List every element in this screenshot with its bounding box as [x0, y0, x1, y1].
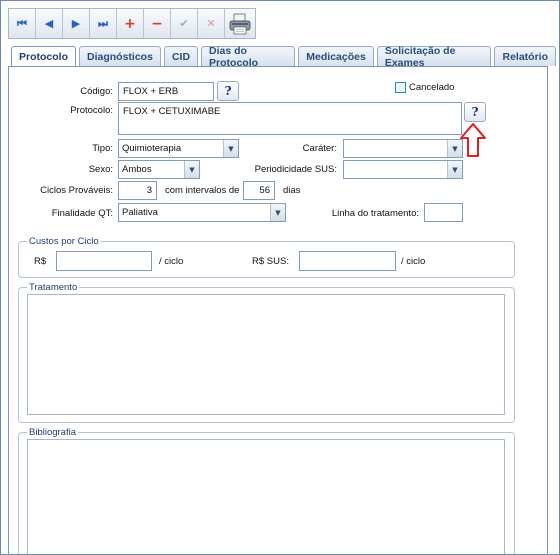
toolbar: ⏮ ◀ ▶ ⏭ + − ✔ ✕: [8, 8, 256, 39]
tipo-label: Tipo:: [92, 143, 113, 154]
codigo-field[interactable]: FLOX + ERB: [118, 82, 214, 101]
check-icon: ✔: [179, 17, 189, 30]
ciclo-sus-label: / ciclo: [401, 256, 426, 267]
tab-cid[interactable]: CID: [163, 46, 199, 66]
panel-right-border: [547, 67, 548, 555]
tab-diagnosticos[interactable]: Diagnósticos: [79, 46, 161, 66]
linha-label: Linha do tratamento:: [331, 208, 419, 219]
periodicidade-select[interactable]: ▼: [343, 160, 463, 179]
cancel-button[interactable]: ✕: [198, 9, 225, 38]
panel-left-border: [8, 67, 9, 555]
add-record-button[interactable]: +: [117, 9, 144, 38]
custo-rs-field[interactable]: [56, 251, 152, 271]
delete-record-button[interactable]: −: [144, 9, 171, 38]
ciclos-field[interactable]: 3: [118, 181, 157, 200]
chevron-down-icon: ▼: [447, 161, 462, 178]
bibliografia-legend: Bibliografia: [27, 427, 78, 438]
chevron-down-icon: ▼: [184, 161, 199, 178]
first-record-button[interactable]: ⏮: [9, 9, 36, 38]
sexo-label: Sexo:: [88, 164, 113, 175]
next-record-button[interactable]: ▶: [63, 9, 90, 38]
tab-medicacoes[interactable]: Medicações: [298, 46, 374, 66]
first-icon: ⏮: [17, 16, 27, 30]
previous-icon: ◀: [44, 17, 54, 30]
custos-legend: Custos por Ciclo: [27, 236, 101, 247]
cancelado-label: Cancelado: [409, 82, 455, 93]
window-frame: ⏮ ◀ ▶ ⏭ + − ✔ ✕ Protocolo Diagnósticos C…: [0, 0, 560, 555]
tab-dias-do-protocolo[interactable]: Dias do Protocolo: [201, 45, 296, 69]
tratamento-textarea[interactable]: [27, 294, 505, 415]
cancelado-checkbox[interactable]: [395, 82, 406, 93]
print-button[interactable]: [225, 9, 255, 38]
previous-record-button[interactable]: ◀: [36, 9, 63, 38]
rs-sus-label: R$ SUS:: [252, 256, 289, 267]
bibliografia-textarea[interactable]: [27, 439, 505, 554]
tab-solicitacao-de-exames[interactable]: Solicitação de Exames: [376, 45, 492, 69]
confirm-button[interactable]: ✔: [171, 9, 198, 38]
periodicidade-label: Periodicidade SUS:: [254, 164, 337, 175]
plus-icon: +: [124, 15, 136, 32]
protocolo-help-button[interactable]: ?: [464, 102, 486, 122]
tratamento-legend: Tratamento: [27, 282, 80, 293]
rs-label: R$: [34, 256, 47, 267]
chevron-down-icon: ▼: [223, 140, 238, 157]
minus-icon: −: [151, 15, 163, 32]
intervalos-label: com intervalos de: [165, 185, 240, 196]
last-icon: ⏭: [98, 16, 108, 30]
ciclo-label: / ciclo: [159, 256, 184, 267]
chevron-down-icon: ▼: [270, 204, 285, 221]
finalidade-select[interactable]: Paliativa ▼: [118, 203, 286, 222]
carater-label: Caráter:: [302, 143, 337, 154]
last-record-button[interactable]: ⏭: [90, 9, 117, 38]
tab-relatorio[interactable]: Relatório: [494, 46, 556, 66]
dias-label: dias: [283, 185, 301, 196]
tab-protocolo[interactable]: Protocolo: [11, 46, 76, 67]
tab-bar: Protocolo Diagnósticos CID Dias do Proto…: [11, 45, 559, 69]
carater-select[interactable]: ▼: [343, 139, 463, 158]
sexo-value: Ambos: [122, 164, 152, 175]
codigo-help-button[interactable]: ?: [217, 81, 239, 101]
next-icon: ▶: [71, 17, 81, 30]
sexo-select[interactable]: Ambos ▼: [118, 160, 200, 179]
linha-field[interactable]: [424, 203, 463, 222]
tipo-select[interactable]: Quimioterapia ▼: [118, 139, 239, 158]
tipo-value: Quimioterapia: [122, 143, 182, 154]
protocolo-textarea[interactable]: FLOX + CETUXIMABE: [118, 102, 462, 135]
intervalos-field[interactable]: 56: [243, 181, 275, 200]
protocolo-label: Protocolo:: [70, 105, 113, 116]
tab-underline: [8, 66, 548, 67]
custo-rs-sus-field[interactable]: [299, 251, 396, 271]
finalidade-value: Paliativa: [122, 207, 158, 218]
ciclos-label: Ciclos Prováveis:: [40, 185, 113, 196]
cancel-icon: ✕: [206, 17, 216, 30]
annotation-arrow-icon: [460, 123, 486, 157]
codigo-label: Código:: [80, 86, 113, 97]
chevron-down-icon: ▼: [447, 140, 462, 157]
finalidade-label: Finalidade QT:: [51, 208, 113, 219]
printer-icon: [229, 13, 251, 34]
